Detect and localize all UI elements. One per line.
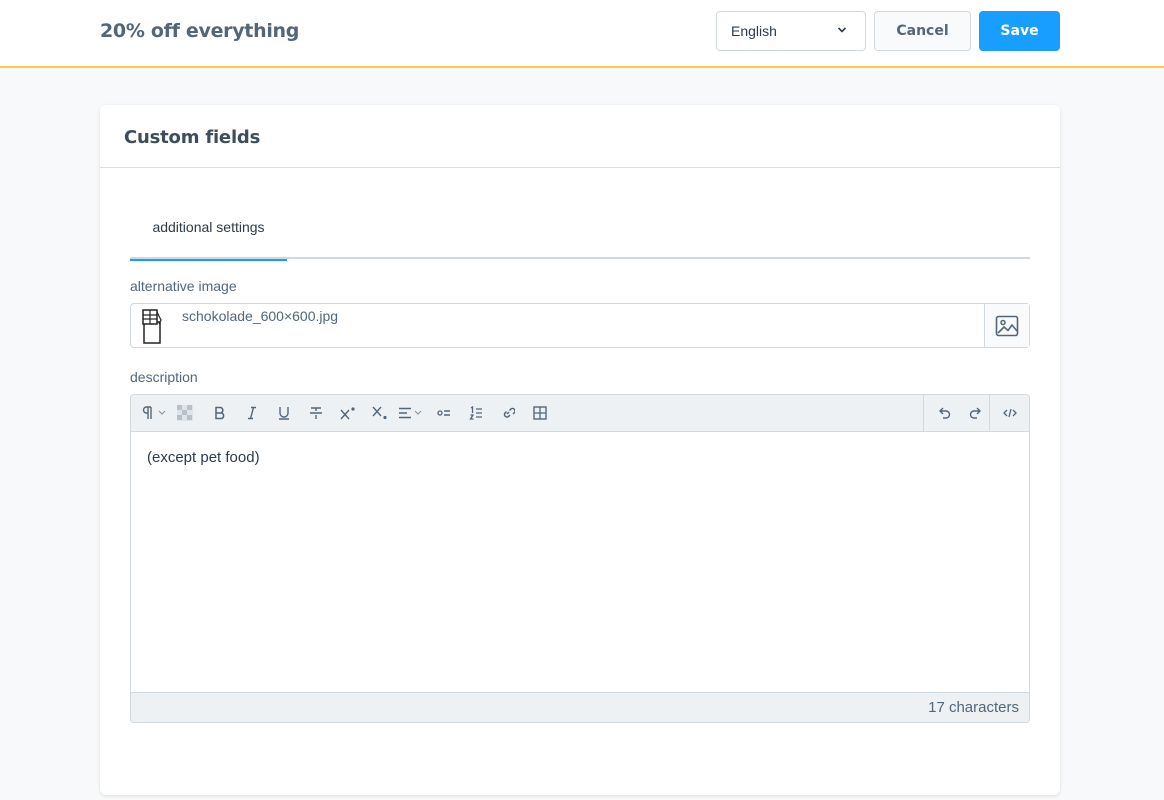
bullet-list-icon — [437, 410, 450, 416]
bullet-list-button[interactable] — [437, 405, 451, 421]
chevron-down-icon — [837, 27, 847, 33]
text-color-button[interactable] — [177, 405, 193, 421]
subscript-button[interactable] — [372, 405, 388, 421]
underline-icon — [279, 407, 289, 420]
strikethrough-icon — [310, 407, 322, 419]
table-icon — [533, 406, 547, 420]
active-tab-indicator — [130, 259, 287, 261]
editor-footer: 17 characters — [131, 692, 1029, 722]
description-text: (except pet food) — [147, 449, 260, 466]
paragraph-icon — [142, 406, 166, 419]
tab-additional-settings[interactable]: additional settings — [130, 195, 287, 261]
bold-icon — [215, 406, 225, 420]
undo-icon — [939, 407, 951, 419]
link-button[interactable] — [501, 405, 515, 421]
tab-bar: additional settings — [130, 195, 1030, 261]
link-icon — [503, 407, 515, 418]
redo-button[interactable] — [969, 405, 983, 421]
image-upload-field[interactable]: schokolade_600×600.jpg — [130, 303, 1030, 348]
tab-label: additional settings — [152, 219, 265, 235]
card-header: Custom fields — [100, 105, 1060, 168]
character-count: 17 characters — [928, 699, 1019, 716]
superscript-icon — [340, 407, 355, 420]
image-picker-button[interactable] — [984, 304, 1029, 347]
description-label: description — [130, 369, 198, 385]
text-color-icon — [177, 405, 193, 421]
subscript-icon — [372, 406, 387, 420]
alternative-image-label: alternative image — [130, 278, 237, 294]
language-select-value: English — [731, 23, 777, 39]
numbered-list-icon — [469, 406, 482, 420]
strikethrough-button[interactable] — [309, 405, 323, 421]
paragraph-format-button[interactable] — [142, 405, 168, 421]
numbered-list-button[interactable] — [469, 405, 483, 421]
undo-button[interactable] — [937, 405, 951, 421]
image-thumbnail — [142, 309, 162, 344]
rich-text-editor: (except pet food) 17 characters — [130, 394, 1030, 723]
card-title: Custom fields — [124, 127, 261, 148]
align-button[interactable] — [398, 405, 426, 421]
superscript-button[interactable] — [340, 405, 356, 421]
underline-button[interactable] — [277, 405, 291, 421]
code-view-button[interactable] — [1003, 405, 1017, 421]
redo-icon — [969, 407, 981, 419]
page-title: 20% off everything — [100, 20, 300, 42]
align-icon — [399, 407, 422, 419]
editor-content[interactable]: (except pet food) — [131, 432, 1029, 692]
italic-icon — [248, 406, 256, 420]
custom-fields-card: Custom fields additional settings altern… — [100, 105, 1060, 795]
code-view-icon — [1003, 408, 1017, 418]
top-bar: 20% off everything English Cancel Save — [0, 0, 1164, 68]
cancel-button[interactable]: Cancel — [874, 11, 971, 51]
editor-toolbar — [131, 395, 1029, 432]
language-select[interactable]: English — [716, 11, 866, 51]
bold-button[interactable] — [213, 405, 227, 421]
toolbar-divider — [989, 395, 990, 431]
table-button[interactable] — [533, 405, 547, 421]
toolbar-divider — [923, 395, 924, 431]
italic-button[interactable] — [245, 405, 259, 421]
image-icon — [995, 315, 1019, 336]
image-file-name: schokolade_600×600.jpg — [182, 308, 339, 324]
save-button[interactable]: Save — [979, 11, 1060, 51]
